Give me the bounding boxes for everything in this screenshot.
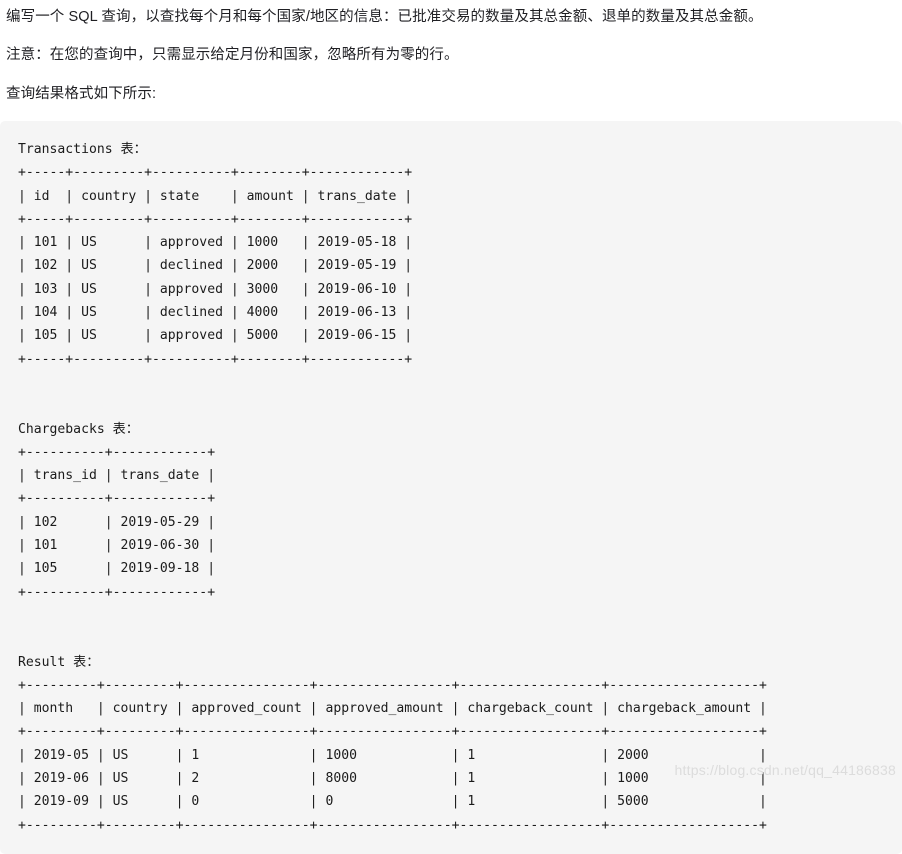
problem-note-paragraph: 注意：在您的查询中，只需显示给定月份和国家，忽略所有为零的行。 — [6, 47, 459, 63]
code-block: Transactions 表： +-----+---------+-------… — [0, 121, 902, 854]
result-format-paragraph: 查询结果格式如下所示: — [6, 86, 157, 102]
page-root: 编写一个 SQL 查询，以查找每个月和每个国家/地区的信息：已批准交易的数量及其… — [0, 0, 902, 854]
problem-description: 编写一个 SQL 查询，以查找每个月和每个国家/地区的信息：已批准交易的数量及其… — [0, 0, 902, 104]
ascii-tables-pre: Transactions 表： +-----+---------+-------… — [18, 142, 767, 833]
problem-statement-paragraph: 编写一个 SQL 查询，以查找每个月和每个国家/地区的信息：已批准交易的数量及其… — [6, 9, 763, 25]
